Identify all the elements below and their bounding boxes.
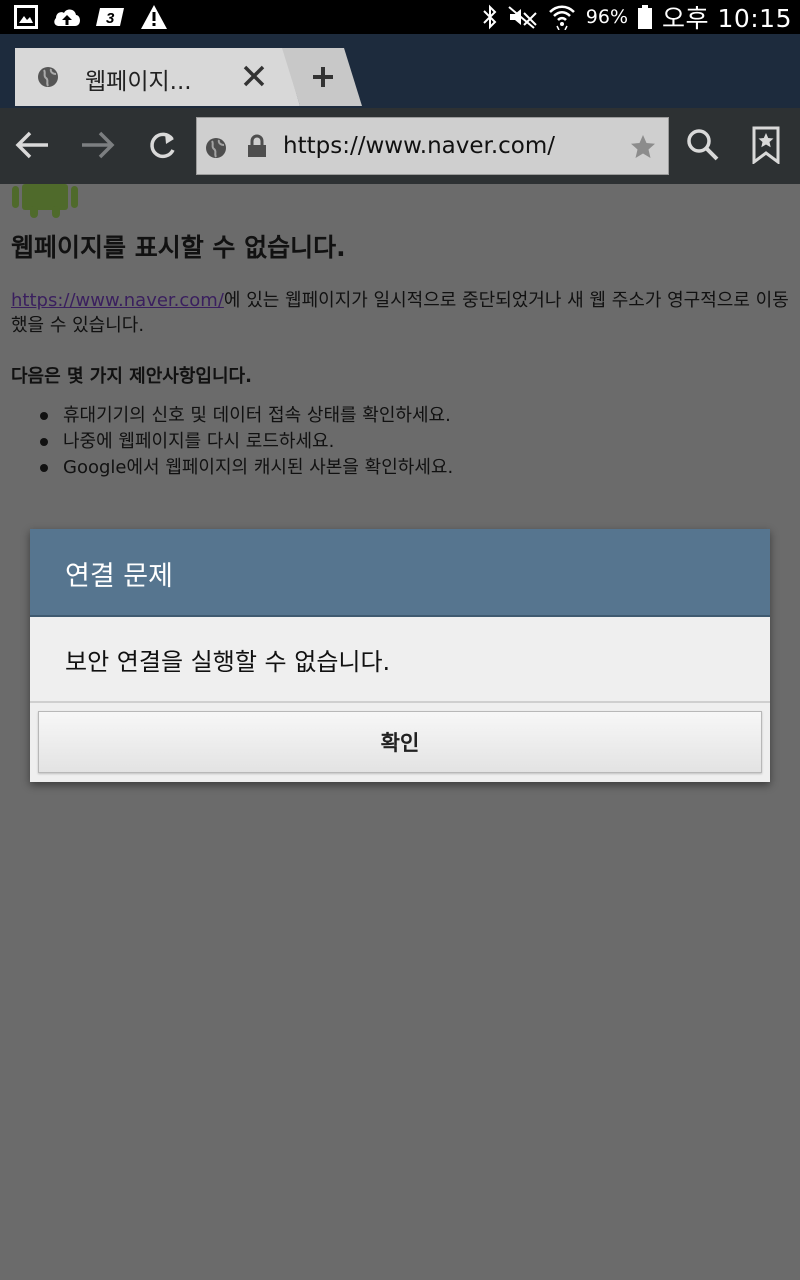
dialog-message: 보안 연결을 실행할 수 없습니다. xyxy=(65,648,391,676)
failed-url-link[interactable]: https://www.naver.com/ xyxy=(11,290,224,311)
lock-icon xyxy=(247,134,267,162)
ok-button[interactable]: 확인 xyxy=(38,711,762,773)
url-text: https://www.naver.com/ xyxy=(283,133,556,159)
svg-text:3: 3 xyxy=(106,10,115,27)
clock: 오후 10:15 xyxy=(662,4,792,33)
refresh-button[interactable] xyxy=(146,130,178,166)
close-tab-icon[interactable] xyxy=(242,64,266,92)
gallery-icon xyxy=(14,5,38,29)
battery-icon xyxy=(638,5,652,29)
battery-percent: 96% xyxy=(585,6,628,28)
star-icon[interactable] xyxy=(630,134,656,164)
search-icon[interactable] xyxy=(686,128,720,166)
3g-icon: 3 xyxy=(96,5,126,29)
bluetooth-icon xyxy=(482,4,498,30)
dialog-header: 연결 문제 xyxy=(30,529,770,617)
forward-button[interactable] xyxy=(80,130,116,164)
dialog-divider xyxy=(30,701,770,703)
back-button[interactable] xyxy=(14,130,50,164)
mute-icon xyxy=(508,5,538,29)
url-bar[interactable]: https://www.naver.com/ xyxy=(196,117,669,175)
connection-error-dialog: 연결 문제 보안 연결을 실행할 수 없습니다. 확인 xyxy=(30,529,770,782)
globe-icon xyxy=(37,66,59,92)
error-description: https://www.naver.com/에 있는 웹페이지가 일시적으로 중… xyxy=(11,288,791,338)
list-item: Google에서 웹페이지의 캐시된 사본을 확인하세요. xyxy=(39,455,453,481)
list-item: 휴대기기의 신호 및 데이터 접속 상태를 확인하세요. xyxy=(39,403,453,429)
status-bar: 3 96% 오후 10:15 xyxy=(0,0,800,34)
dialog-title: 연결 문제 xyxy=(65,561,173,592)
browser-tab[interactable]: 웹페이지... xyxy=(15,48,300,106)
cloud-upload-icon xyxy=(52,5,82,29)
wifi-icon xyxy=(548,4,576,30)
suggestions-list: 휴대기기의 신호 및 데이터 접속 상태를 확인하세요. 나중에 웹페이지를 다… xyxy=(0,403,453,481)
plus-icon xyxy=(312,66,334,92)
list-item: 나중에 웹페이지를 다시 로드하세요. xyxy=(39,429,453,455)
tab-bar: 웹페이지... xyxy=(0,34,800,108)
error-headline: 웹페이지를 표시할 수 없습니다. xyxy=(11,233,346,262)
warning-icon xyxy=(140,4,168,30)
android-robot-icon xyxy=(12,184,78,222)
bookmarks-icon[interactable] xyxy=(752,126,780,168)
suggestions-title: 다음은 몇 가지 제안사항입니다. xyxy=(11,366,252,387)
site-globe-icon xyxy=(205,137,227,163)
browser-toolbar: https://www.naver.com/ xyxy=(0,108,800,184)
tab-title: 웹페이지... xyxy=(85,69,192,95)
